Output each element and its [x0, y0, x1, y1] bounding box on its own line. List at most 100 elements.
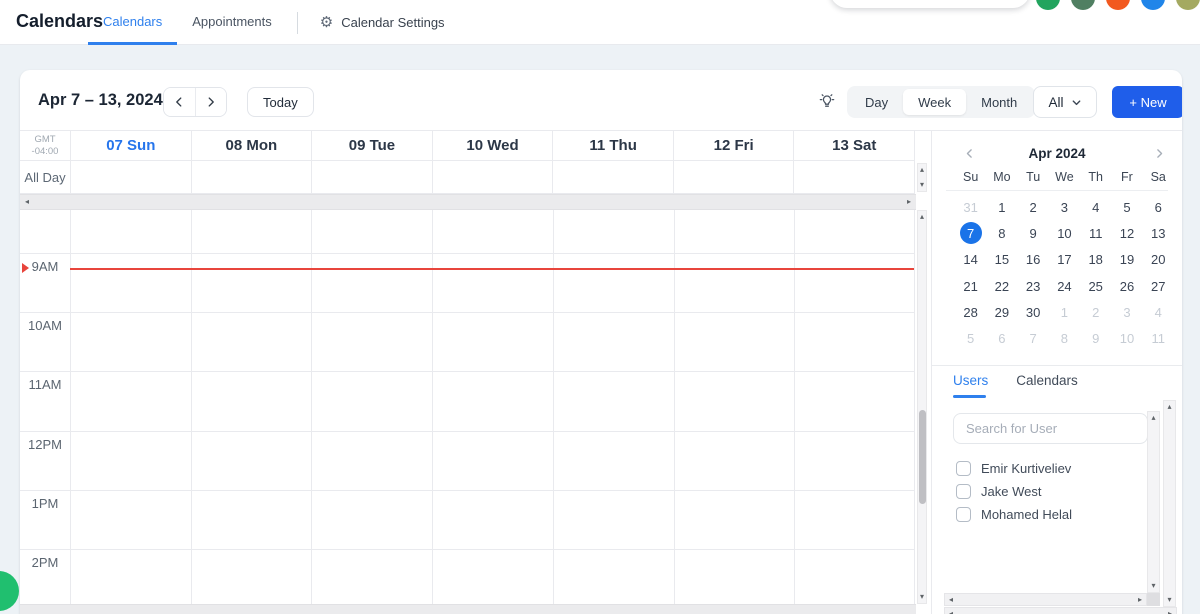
user-list-scrollbar[interactable]: ▴ ▾	[1147, 411, 1160, 593]
mini-calendar-day[interactable]: 13	[1147, 222, 1169, 244]
mini-calendar-day[interactable]: 31	[960, 196, 982, 218]
mini-calendar-day[interactable]: 19	[1116, 249, 1138, 271]
view-option-week[interactable]: Week	[903, 89, 967, 115]
calendar-settings-link[interactable]: ⚙ Calendar Settings	[308, 0, 457, 45]
next-week-button[interactable]	[195, 88, 226, 116]
horizontal-scrollbar-top[interactable]: ◂ ▸	[20, 194, 916, 210]
mini-calendar-day[interactable]: 20	[1147, 249, 1169, 271]
checkbox-unchecked[interactable]	[956, 507, 971, 522]
today-button[interactable]: Today	[247, 87, 314, 117]
mini-calendar-day[interactable]: 7	[959, 222, 982, 245]
scroll-up-icon[interactable]: ▴	[1167, 403, 1171, 411]
mini-calendar-day[interactable]: 10	[1116, 328, 1138, 350]
mini-calendar-day[interactable]: 3	[1053, 196, 1075, 218]
avatar-dot[interactable]	[1036, 0, 1060, 10]
mini-calendar-day[interactable]: 5	[1116, 196, 1138, 218]
mini-calendar-day[interactable]: 29	[991, 301, 1013, 323]
new-button[interactable]: + New	[1112, 86, 1182, 118]
scroll-down-icon[interactable]: ▾	[1151, 582, 1155, 590]
mini-calendar-day[interactable]: 3	[1116, 301, 1138, 323]
search-user-input[interactable]	[953, 413, 1148, 444]
scroll-down-icon[interactable]: ▾	[1167, 596, 1171, 604]
sidebar-horizontal-scrollbar[interactable]: ◂ ▸	[944, 607, 1177, 614]
user-list-horizontal-scrollbar[interactable]: ◂ ▸	[944, 593, 1147, 606]
mini-calendar-day[interactable]: 2	[1022, 196, 1044, 218]
scroll-left-icon[interactable]: ◂	[949, 609, 953, 614]
mini-calendar-day[interactable]: 9	[1085, 328, 1107, 350]
mini-calendar-day[interactable]: 14	[960, 249, 982, 271]
scroll-right-icon[interactable]: ▸	[1138, 595, 1142, 604]
mini-calendar-day[interactable]: 5	[960, 328, 982, 350]
scroll-left-icon[interactable]: ◂	[25, 198, 29, 206]
mini-calendar-day[interactable]: 28	[960, 301, 982, 323]
user-row[interactable]: Jake West	[953, 480, 1143, 503]
mini-calendar-day[interactable]: 11	[1085, 222, 1107, 244]
tab-calendars[interactable]: Calendars	[88, 0, 178, 45]
mini-calendar-day[interactable]: 30	[1022, 301, 1044, 323]
mini-calendar-day[interactable]: 7	[1022, 328, 1044, 350]
mini-calendar-day[interactable]: 22	[991, 275, 1013, 297]
scroll-up-icon[interactable]: ▴	[920, 213, 924, 221]
avatar-dot[interactable]	[1176, 0, 1200, 10]
mini-calendar-day[interactable]: 26	[1116, 275, 1138, 297]
global-search-bar[interactable]	[830, 0, 1030, 8]
mini-calendar-day[interactable]: 24	[1053, 275, 1075, 297]
mini-calendar-day[interactable]: 18	[1085, 249, 1107, 271]
mini-calendar-day[interactable]: 10	[1053, 222, 1075, 244]
checkbox-unchecked[interactable]	[956, 461, 971, 476]
tab-users[interactable]: Users	[953, 373, 988, 388]
avatar-dot[interactable]	[1141, 0, 1165, 10]
mini-calendar-day[interactable]: 25	[1085, 275, 1107, 297]
tab-appointments[interactable]: Appointments	[177, 0, 287, 45]
scroll-down-icon[interactable]: ▾	[920, 181, 924, 189]
allday-cell[interactable]	[190, 161, 312, 193]
mini-calendar-day[interactable]: 9	[1022, 222, 1044, 244]
mini-calendar-day[interactable]: 21	[960, 275, 982, 297]
mini-calendar-day[interactable]: 8	[1053, 328, 1075, 350]
mini-calendar-day[interactable]: 4	[1085, 196, 1107, 218]
mini-calendar-day[interactable]: 2	[1085, 301, 1107, 323]
avatar-dot[interactable]	[1106, 0, 1130, 10]
scroll-left-icon[interactable]: ◂	[949, 595, 953, 604]
chat-widget-button[interactable]	[0, 571, 19, 611]
view-option-day[interactable]: Day	[850, 89, 903, 115]
mini-calendar-day[interactable]: 4	[1147, 301, 1169, 323]
allday-cell[interactable]	[672, 161, 794, 193]
filter-dropdown[interactable]: All	[1033, 86, 1097, 118]
checkbox-unchecked[interactable]	[956, 484, 971, 499]
allday-scrollbar[interactable]: ▴ ▾	[917, 163, 927, 192]
mini-calendar-day[interactable]: 6	[991, 328, 1013, 350]
mini-calendar-prev-button[interactable]	[959, 143, 979, 163]
mini-calendar-day[interactable]: 17	[1053, 249, 1075, 271]
avatar-dot[interactable]	[1071, 0, 1095, 10]
mini-calendar-day[interactable]: 6	[1147, 196, 1169, 218]
scroll-right-icon[interactable]: ▸	[1168, 609, 1172, 614]
user-row[interactable]: Emir Kurtiveliev	[953, 457, 1143, 480]
user-row[interactable]: Mohamed Helal	[953, 503, 1143, 526]
sidebar-scrollbar[interactable]: ▴ ▾	[1163, 400, 1176, 607]
mini-calendar-day[interactable]: 27	[1147, 275, 1169, 297]
scroll-right-icon[interactable]: ▸	[907, 198, 911, 206]
mini-calendar-day[interactable]: 23	[1022, 275, 1044, 297]
mini-calendar-day[interactable]: 1	[1053, 301, 1075, 323]
prev-week-button[interactable]	[164, 88, 196, 116]
mini-calendar-day[interactable]: 12	[1116, 222, 1138, 244]
scrollbar-thumb[interactable]	[919, 410, 926, 504]
scroll-down-icon[interactable]: ▾	[920, 593, 924, 601]
grid-scrollbar[interactable]: ▴ ▾	[917, 210, 927, 604]
mini-calendar-day[interactable]: 11	[1147, 328, 1169, 350]
horizontal-scrollbar-bottom[interactable]: ◂ ▸	[20, 604, 916, 614]
view-option-month[interactable]: Month	[966, 89, 1032, 115]
allday-cell[interactable]	[793, 161, 914, 193]
mini-calendar-day[interactable]: 1	[991, 196, 1013, 218]
mini-calendar-day[interactable]: 8	[991, 222, 1013, 244]
mini-calendar-day[interactable]: 15	[991, 249, 1013, 271]
allday-cell[interactable]	[431, 161, 553, 193]
scroll-up-icon[interactable]: ▴	[1151, 414, 1155, 422]
allday-cell[interactable]	[70, 161, 191, 193]
lightbulb-icon[interactable]	[817, 91, 837, 111]
mini-calendar-day[interactable]: 16	[1022, 249, 1044, 271]
mini-calendar-next-button[interactable]	[1149, 143, 1169, 163]
allday-cell[interactable]	[552, 161, 673, 193]
scroll-up-icon[interactable]: ▴	[920, 166, 924, 174]
